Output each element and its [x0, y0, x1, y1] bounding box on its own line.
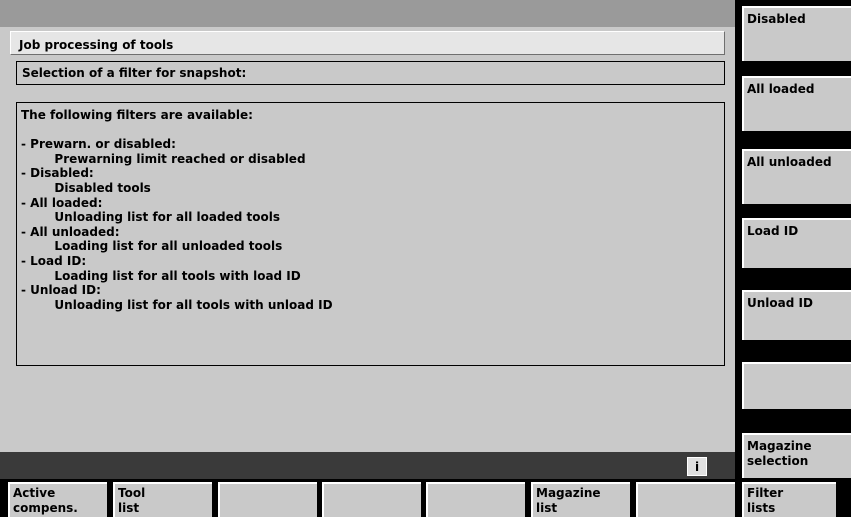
softkey-active-compens[interactable]: Active compens.: [8, 482, 107, 517]
page-title: Job processing of tools: [10, 31, 725, 55]
filter-selection-prompt: Selection of a filter for snapshot:: [16, 61, 725, 85]
status-bar: [0, 452, 735, 479]
softkey-all-loaded[interactable]: All loaded: [742, 76, 851, 131]
info-button[interactable]: i: [687, 457, 707, 476]
softkey-horizontal-empty-3[interactable]: [218, 482, 317, 517]
softkey-magazine-list[interactable]: Magazine list: [531, 482, 630, 517]
top-bar: [0, 0, 735, 27]
filter-description-box: The following filters are available: - P…: [16, 102, 725, 366]
softkey-filter-lists[interactable]: Filter lists: [742, 482, 836, 517]
softkey-magazine-selection[interactable]: Magazine selection: [742, 433, 851, 478]
main-panel: Job processing of tools Selection of a f…: [0, 0, 735, 452]
softkey-unload-id[interactable]: Unload ID: [742, 290, 851, 340]
softkey-tool-list[interactable]: Tool list: [113, 482, 212, 517]
softkey-horizontal-empty-5[interactable]: [426, 482, 525, 517]
softkey-all-unloaded[interactable]: All unloaded: [742, 149, 851, 204]
softkey-horizontal-empty-4[interactable]: [322, 482, 421, 517]
softkey-horizontal-empty-7[interactable]: [636, 482, 735, 517]
softkey-load-id[interactable]: Load ID: [742, 218, 851, 268]
softkey-vertical-empty[interactable]: [742, 362, 851, 409]
softkey-disabled[interactable]: Disabled: [742, 6, 851, 61]
